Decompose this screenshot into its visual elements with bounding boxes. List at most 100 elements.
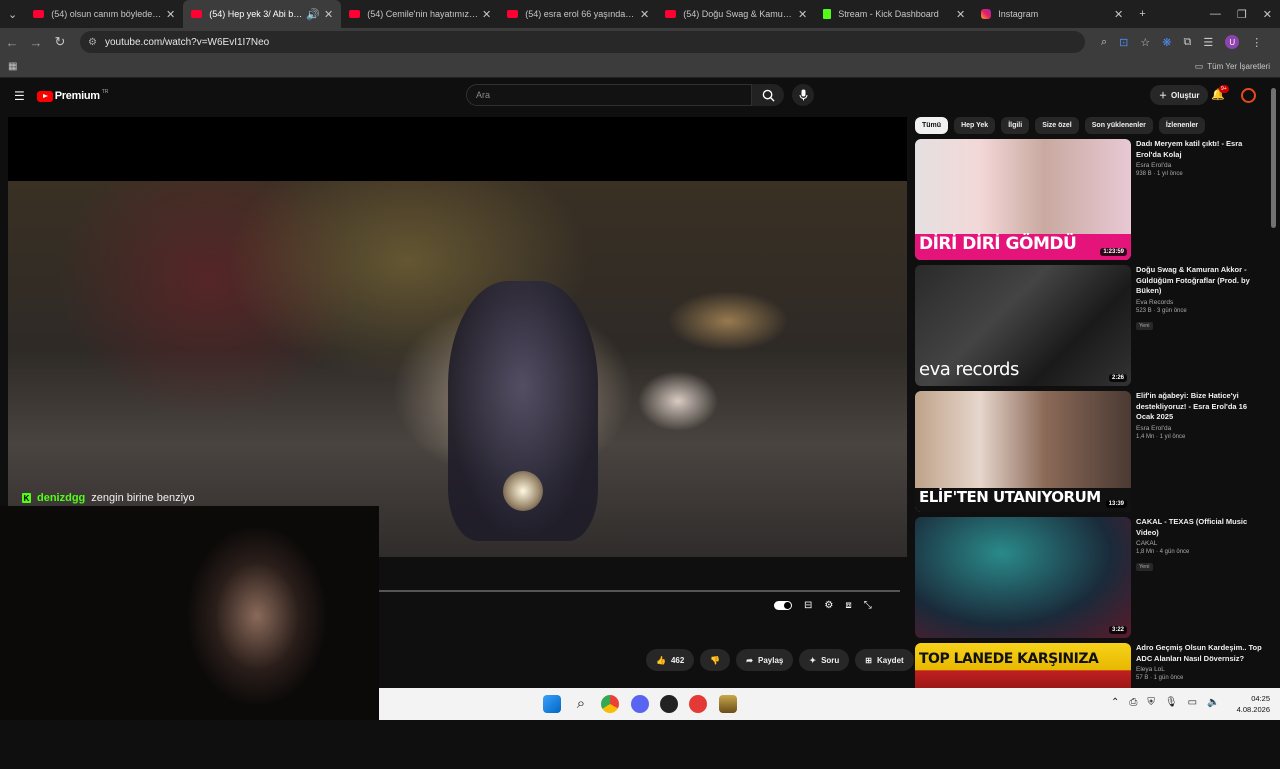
recommendation-item[interactable]: DİRİ DİRİ GÖMDÜ 1:23:59 Dadı Meryem kati… — [915, 139, 1265, 265]
chip-for-you[interactable]: Size özel — [1035, 117, 1079, 134]
url-field[interactable]: ⚙ youtube.com/watch?v=W6EvI1I7Neo — [80, 31, 1085, 53]
obs-icon[interactable] — [660, 695, 678, 713]
ask-button[interactable]: ✦ Soru — [799, 649, 850, 671]
miniplayer-icon[interactable]: ⧈ — [845, 600, 851, 611]
network-icon[interactable]: ▭ — [1188, 697, 1197, 708]
mic-tray-icon[interactable]: 🎙 — [1165, 697, 1178, 708]
channel-name[interactable]: Esra Erol'da — [1136, 425, 1262, 432]
extensions-puzzle-icon[interactable]: ⧉ — [1183, 36, 1191, 49]
discord-icon[interactable] — [631, 695, 649, 713]
youtube-logo[interactable]: Premium TR — [36, 89, 108, 102]
page-scrollbar[interactable] — [1271, 88, 1276, 228]
app-icon[interactable] — [689, 695, 707, 713]
channel-name[interactable]: Eva Records — [1136, 299, 1262, 306]
browser-tab-active[interactable]: (54) Hep yek 3/ Abi ben kel🔊 ✕ — [183, 0, 342, 28]
apps-grid-icon[interactable]: ▦ — [8, 61, 17, 72]
bookmark-star-icon[interactable]: ☆ — [1140, 36, 1150, 49]
system-clock[interactable]: 04:25 4.08.2026 — [1237, 693, 1270, 715]
chrome-icon[interactable] — [601, 695, 619, 713]
like-button[interactable]: 👍 462 — [646, 649, 695, 671]
chip-all[interactable]: Tümü — [915, 117, 949, 134]
recommendation-item[interactable]: eva records 2:26 Doğu Swag & Kamuran Akk… — [915, 265, 1265, 391]
forward-icon[interactable]: → — [24, 35, 48, 50]
autoplay-toggle[interactable] — [774, 601, 792, 610]
chip-related[interactable]: İlgili — [1001, 117, 1030, 134]
video-thumbnail[interactable]: ELİF'TEN UTANIYORUM 13:39 — [915, 391, 1131, 512]
browser-tab[interactable]: Instagram ✕ — [973, 0, 1131, 28]
tab-search-icon[interactable]: ⌄ — [8, 8, 17, 21]
youtube-icon — [349, 10, 361, 18]
close-icon[interactable]: ✕ — [798, 8, 807, 21]
browser-tab[interactable]: (54) Cemile'nin hayatımıza ren ✕ — [341, 0, 499, 28]
back-icon[interactable]: ← — [0, 35, 24, 50]
video-title[interactable]: CAKAL - TEXAS (Official Music Video) — [1136, 517, 1262, 538]
close-icon[interactable]: ✕ — [1114, 8, 1123, 21]
windows-start-icon[interactable] — [543, 695, 561, 713]
game-icon[interactable] — [719, 695, 737, 713]
video-meta: 1,8 Mn · 4 gün önce — [1136, 549, 1190, 555]
menu-dots-icon[interactable]: ⋮ — [1251, 36, 1262, 49]
volume-icon[interactable]: 🔈 — [1207, 697, 1219, 708]
audio-icon[interactable]: 🔊 — [306, 8, 320, 21]
usb-icon[interactable]: ⎙ — [1129, 697, 1137, 708]
reload-icon[interactable]: ↻ — [48, 34, 72, 50]
video-title[interactable]: Dadı Meryem katil çıktı! - Esra Erol'da … — [1136, 139, 1262, 160]
channel-name[interactable]: Eleya LoL — [1136, 666, 1262, 673]
tray-chevron-icon[interactable]: ⌃ — [1111, 697, 1119, 708]
hamburger-menu-icon[interactable]: ☰ — [14, 89, 25, 103]
extension-icon[interactable]: ❋ — [1162, 36, 1171, 49]
account-avatar[interactable] — [1241, 88, 1256, 103]
security-icon[interactable]: ⛨ — [1147, 697, 1155, 708]
zoom-icon[interactable]: ⌕ — [1101, 36, 1107, 49]
taskbar-search-icon[interactable]: ⌕ — [572, 695, 590, 713]
video-duration: 3:22 — [1108, 626, 1127, 634]
settings-gear-icon[interactable]: ⚙ — [824, 600, 833, 611]
create-button[interactable]: ＋ Oluştur — [1150, 85, 1209, 105]
chip-watched[interactable]: İzlenenler — [1158, 117, 1206, 134]
translate-icon[interactable]: ⊡ — [1119, 36, 1128, 49]
browser-tab[interactable]: (54) olsun canım böylede güzel ✕ — [25, 0, 183, 28]
browser-tab[interactable]: Stream - Kick Dashboard ✕ — [815, 0, 973, 28]
subtitles-icon[interactable]: ⊟ — [804, 600, 812, 611]
search-button[interactable] — [752, 84, 784, 106]
recommendation-item[interactable]: 3:22 CAKAL - TEXAS (Official Music Video… — [915, 517, 1265, 643]
close-icon[interactable]: ✕ — [640, 8, 649, 21]
close-icon[interactable]: ✕ — [482, 8, 491, 21]
ask-label: Soru — [821, 655, 840, 665]
all-bookmarks-link[interactable]: Tüm Yer İşaretleri — [1207, 62, 1270, 71]
video-thumbnail[interactable]: eva records 2:26 — [915, 265, 1131, 386]
restore-icon[interactable]: ❐ — [1237, 8, 1247, 21]
video-title[interactable]: Doğu Swag & Kamuran Akkor - Güldüğüm Fot… — [1136, 265, 1262, 297]
video-title[interactable]: Elif'in ağabeyi: Bize Hatice'yi destekli… — [1136, 391, 1262, 423]
channel-name[interactable]: Esra Erol'da — [1136, 162, 1262, 169]
window-close-icon[interactable]: ✕ — [1263, 8, 1272, 21]
dislike-button[interactable]: 👎 — [700, 649, 731, 671]
chip-recent[interactable]: Son yüklenenler — [1084, 117, 1153, 134]
share-label: Paylaş — [758, 655, 784, 665]
voice-search-button[interactable] — [792, 84, 814, 106]
close-icon[interactable]: ✕ — [324, 8, 333, 21]
new-tab-icon[interactable]: + — [1139, 8, 1145, 20]
search-input[interactable]: Ara — [466, 84, 752, 106]
site-info-icon[interactable]: ⚙ — [88, 37, 97, 48]
close-icon[interactable]: ✕ — [956, 8, 965, 21]
video-player[interactable] — [8, 117, 907, 557]
video-progress-bar[interactable] — [378, 590, 900, 592]
tab-title: Instagram — [998, 9, 1039, 19]
profile-avatar[interactable]: U — [1225, 35, 1240, 49]
video-thumbnail[interactable]: 3:22 — [915, 517, 1131, 638]
video-title[interactable]: Adro Geçmiş Olsun Kardeşim.. Top ADC Ala… — [1136, 643, 1262, 664]
share-button[interactable]: ➦ Paylaş — [736, 649, 794, 671]
video-thumbnail[interactable]: DİRİ DİRİ GÖMDÜ 1:23:59 — [915, 139, 1131, 260]
minimize-icon[interactable]: — — [1210, 8, 1221, 20]
chip-hep-yek[interactable]: Hep Yek — [954, 117, 996, 134]
channel-name[interactable]: CAKAL — [1136, 540, 1262, 547]
browser-tab[interactable]: (54) esra erol 66 yaşındaki kübr ✕ — [499, 0, 657, 28]
browser-tab[interactable]: (54) Doğu Swag & Kamuran Ak ✕ — [657, 0, 815, 28]
save-button[interactable]: ⊞ Kaydet — [855, 649, 914, 671]
close-icon[interactable]: ✕ — [166, 8, 175, 21]
reading-list-icon[interactable]: ☰ — [1203, 36, 1213, 49]
fullscreen-exit-icon[interactable]: ⤡ — [864, 600, 872, 611]
recommendation-item[interactable]: ELİF'TEN UTANIYORUM 13:39 Elif'in ağabey… — [915, 391, 1265, 517]
thumbnail-text: ELİF'TEN UTANIYORUM — [919, 488, 1101, 506]
